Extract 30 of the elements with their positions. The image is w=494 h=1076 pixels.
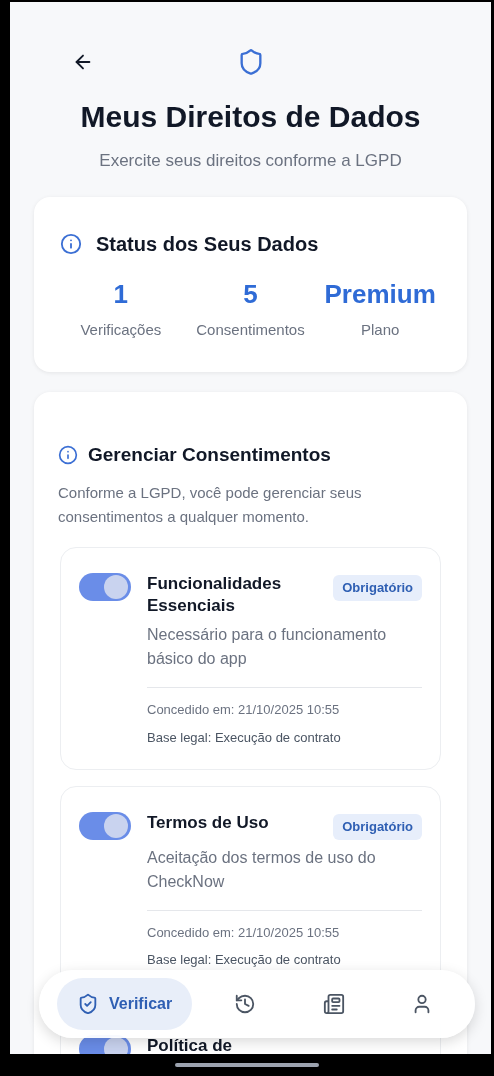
required-badge: Obrigatório — [333, 575, 422, 601]
consent-title: Funcionalidades Essenciais — [147, 573, 283, 617]
info-icon — [58, 444, 78, 465]
stat-label: Plano — [360, 320, 400, 340]
consent-description: Necessário para o funcionamento básico do app — [147, 625, 388, 669]
stat-value: 5 — [243, 281, 258, 307]
page-title: Meus Direitos de Dados — [79, 99, 422, 135]
granted-date: Concedido em: 21/10/2025 10:55 — [147, 923, 341, 942]
nav-tab[interactable]: Verificar — [57, 978, 193, 1030]
consent-title: Política de — [147, 1034, 233, 1054]
newspaper-icon — [322, 993, 345, 1015]
consent-title: Termos de Uso — [147, 812, 269, 834]
stat-label: Verificações — [80, 320, 162, 340]
history-icon — [234, 993, 257, 1015]
consents-description: Conforme a LGPD, você pode gerenciar seus consentimentos a qualquer momento. — [58, 483, 363, 527]
consent-description: Aceitação dos termos de uso do CheckNow — [147, 847, 377, 892]
page-subtitle: Exercite seus direitos conforme a LGPD — [98, 149, 403, 172]
toggle-switch[interactable] — [79, 812, 131, 840]
card-title: Status dos Seus Dados — [96, 232, 319, 257]
granted-date: Concedido em: 21/10/2025 10:55 — [147, 701, 341, 719]
stat-value: 1 — [113, 281, 129, 307]
info-icon — [60, 233, 82, 255]
legal-basis: Base legal: Execução de contrato — [147, 728, 342, 747]
legal-basis: Base legal: Execução de contrato — [147, 951, 342, 969]
stat-value: Premium — [324, 281, 436, 307]
required-badge: Obrigatório — [333, 814, 422, 840]
toggle-switch[interactable] — [79, 573, 131, 601]
card-title: Gerenciar Consentimentos — [88, 442, 331, 467]
shield-check-icon — [77, 993, 99, 1015]
stat-label: Consentimentos — [196, 320, 305, 340]
